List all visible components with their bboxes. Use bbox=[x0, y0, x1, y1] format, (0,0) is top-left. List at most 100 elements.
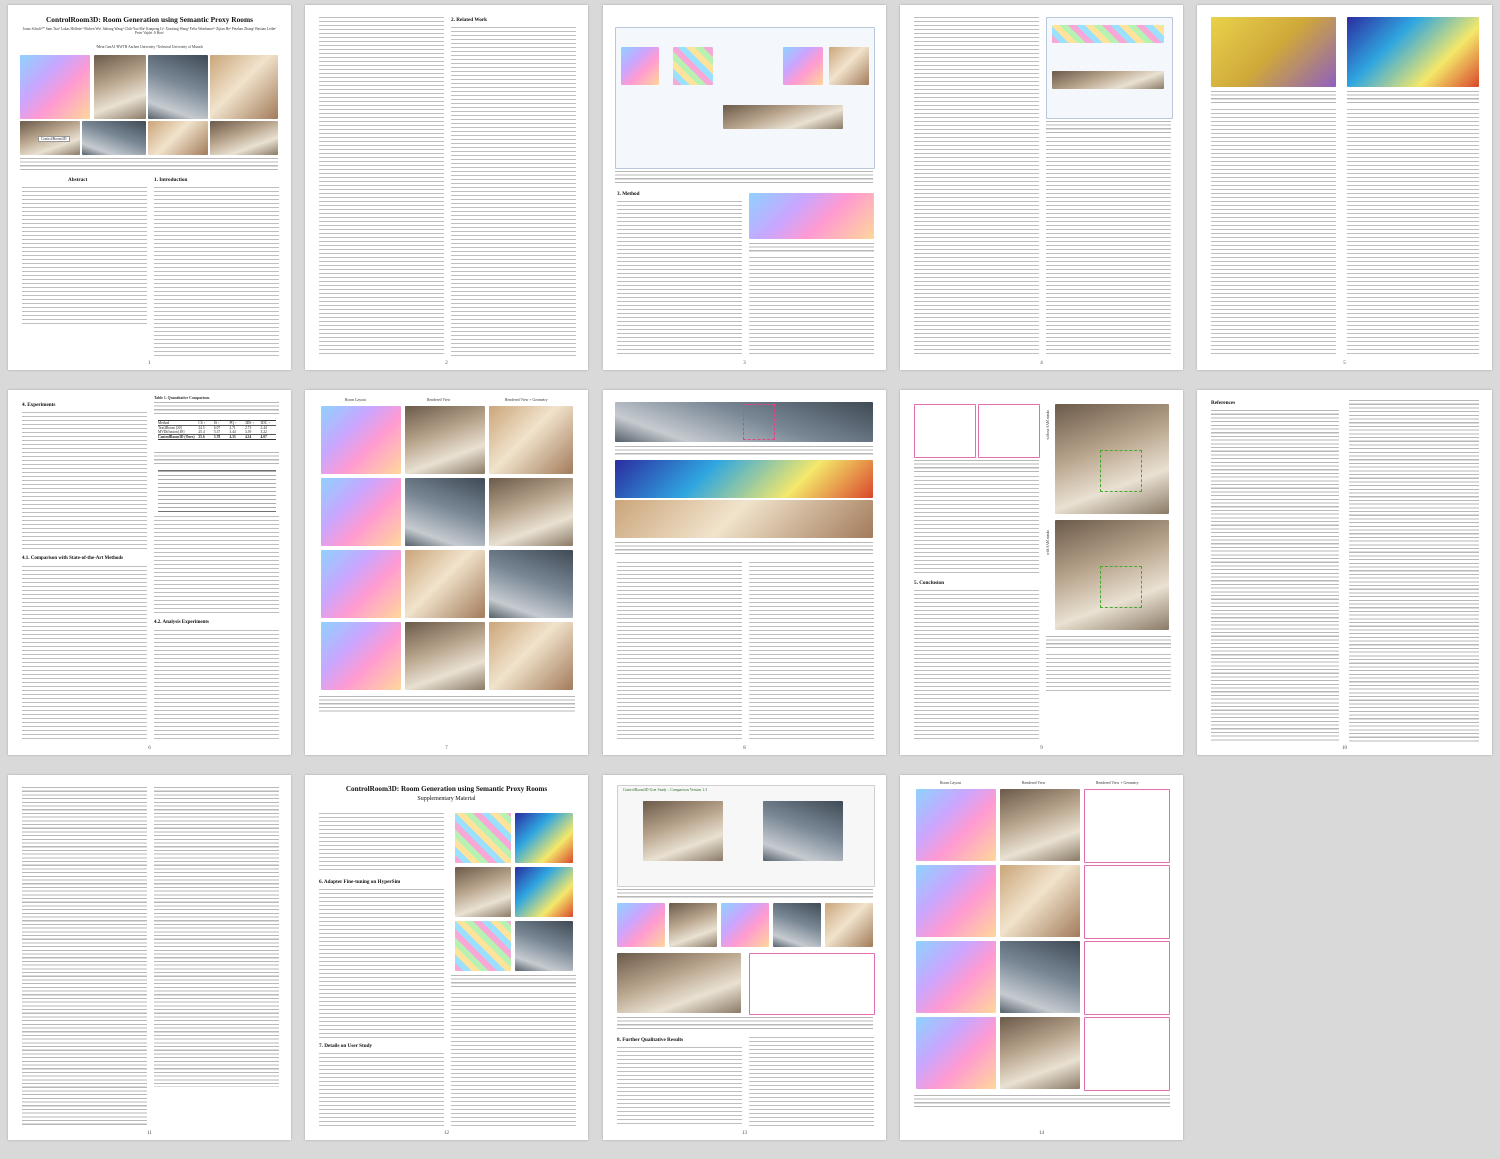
hypersim-sample-3 bbox=[455, 867, 511, 917]
result-layout-2 bbox=[321, 478, 401, 546]
paper-page-2: 2. Related Work 2 bbox=[305, 5, 588, 370]
table-cell: 3.44 bbox=[229, 430, 236, 434]
limitation-2 bbox=[749, 953, 875, 1015]
hypersim-sample-5 bbox=[455, 921, 511, 971]
table-header-cell: IS ↑ bbox=[213, 421, 220, 425]
page5-text-right bbox=[1347, 109, 1479, 357]
table-header-cell: CS ↑ bbox=[198, 421, 206, 425]
teaser-render-1 bbox=[94, 55, 146, 119]
method-output bbox=[829, 47, 869, 85]
zoom-box bbox=[743, 404, 775, 440]
supp-subtitle: Supplementary Material bbox=[417, 796, 476, 802]
page-number: 10 bbox=[1342, 746, 1347, 751]
teaser-render-5 bbox=[82, 121, 146, 155]
teaser-caption bbox=[20, 158, 278, 172]
completion-caption-2 bbox=[615, 542, 873, 556]
ui-sample-right bbox=[763, 801, 843, 861]
paper-page-12: ControlRoom3D: Room Generation using Sem… bbox=[305, 775, 588, 1140]
paper-page-11: 11 bbox=[8, 775, 291, 1140]
teaser-render-6 bbox=[148, 121, 208, 155]
conclusion-text bbox=[914, 590, 1039, 742]
supp-render-2 bbox=[1000, 865, 1080, 937]
paper-page-5: 5 bbox=[1197, 5, 1492, 370]
teaser-render-2 bbox=[148, 55, 208, 119]
table-cell: 4.34 bbox=[244, 435, 252, 439]
result-geometry-2 bbox=[489, 478, 573, 546]
quant-table: Method CS ↑ IS ↑ PQ ↑ 3DS ↑ 3DC ↑ Text2R… bbox=[158, 420, 276, 440]
abstract-text bbox=[22, 187, 147, 327]
mesh-cleaning-caption bbox=[1211, 91, 1336, 105]
teaser-semantic-room bbox=[20, 55, 90, 119]
method-caption bbox=[615, 171, 873, 185]
column-label: Rendered View + Geometry bbox=[505, 398, 548, 402]
paper-title: ControlRoom3D: Room Generation using Sem… bbox=[45, 15, 254, 24]
paper-page-7: Room Layout Rendered View Rendered View … bbox=[305, 390, 588, 755]
column-label: Rendered View bbox=[1022, 781, 1046, 785]
teaser-badge: ControlRoom3D bbox=[38, 136, 70, 142]
paper-page-10: References 10 bbox=[1197, 390, 1492, 755]
supp-results-caption bbox=[914, 1095, 1170, 1109]
table-cell: 5.78 bbox=[213, 435, 221, 439]
result-render-1 bbox=[405, 406, 485, 474]
table-cell: ControlRoom3D (Ours) bbox=[158, 435, 195, 439]
table-row: ControlRoom3D (Ours) 25.6 5.78 4.35 4.34… bbox=[158, 434, 276, 439]
table-cell: 25.6 bbox=[198, 435, 205, 439]
mesh-cleaning-figure bbox=[1211, 17, 1336, 87]
adapter-text bbox=[319, 889, 444, 1039]
supp-layout-1 bbox=[916, 789, 996, 861]
hypersim-sample-4 bbox=[515, 867, 573, 917]
adapter-heading: 6. Adapter Fine-tuning on HyperSim bbox=[319, 879, 401, 885]
paper-page-14: Room Layout Rendered View Rendered View … bbox=[900, 775, 1183, 1140]
page-number: 11 bbox=[147, 1131, 152, 1136]
ui-caption bbox=[617, 889, 873, 899]
page-number: 9 bbox=[1040, 746, 1043, 751]
completion-strip bbox=[615, 460, 873, 498]
ablation-table bbox=[158, 470, 276, 512]
table-cell: 25.4 bbox=[198, 430, 205, 434]
result-render-2 bbox=[405, 478, 485, 546]
supp-layout-3 bbox=[916, 941, 996, 1013]
method-semantic-render bbox=[673, 47, 713, 85]
column-label: Rendered View + Geometry bbox=[1096, 781, 1139, 785]
experiments-heading: 4. Experiments bbox=[22, 402, 56, 408]
geometry-caption bbox=[914, 460, 1039, 472]
method-geometry-box bbox=[783, 47, 823, 85]
page6-text-right bbox=[154, 516, 279, 616]
hypersim-sample-1 bbox=[455, 813, 511, 863]
paper-page-8: 8 bbox=[603, 390, 886, 755]
geometry-alignment-1 bbox=[914, 404, 976, 458]
page-number: 13 bbox=[742, 1131, 747, 1136]
paper-page-4: 4 bbox=[900, 5, 1183, 370]
zoom-box bbox=[1100, 450, 1142, 492]
page-number: 3 bbox=[743, 361, 746, 366]
supp-render-4 bbox=[1000, 1017, 1080, 1089]
table-header-cell: Method bbox=[158, 421, 170, 425]
paper-page-9: 5. Conclusion without SAM masks with SAM… bbox=[900, 390, 1183, 755]
comparison-heading: 4.1. Comparison with State-of-the-Art Me… bbox=[22, 556, 124, 561]
references-heading: References bbox=[1211, 400, 1236, 406]
table-cell: 5.37 bbox=[213, 430, 221, 434]
table1-caption-lines bbox=[154, 402, 279, 416]
page-number: 1 bbox=[148, 361, 151, 366]
sam-caption bbox=[1046, 636, 1171, 648]
author-list: Jonas Schult¹²* Sam Tsai¹ Lukas Höllein¹… bbox=[22, 27, 277, 36]
page-number: 2 bbox=[445, 361, 448, 366]
result-layout-4 bbox=[321, 622, 401, 690]
related-heading: 2. Related Work bbox=[451, 17, 488, 23]
supp-layout-2 bbox=[916, 865, 996, 937]
references-col-left bbox=[1211, 410, 1339, 742]
teaser-render-3 bbox=[210, 55, 278, 119]
page-number: 4 bbox=[1040, 361, 1043, 366]
table-cell: MVDiffusion [49] bbox=[158, 430, 185, 434]
further-heading: 8. Further Qualitative Results bbox=[617, 1037, 684, 1043]
method-heading: 3. Method bbox=[617, 191, 640, 197]
analysis-text bbox=[154, 630, 279, 742]
user-study-text bbox=[319, 1053, 444, 1127]
paper-page-3: 3. Method 3 bbox=[603, 5, 886, 370]
table-cell: 4.07 bbox=[260, 435, 267, 439]
failure-case-1 bbox=[617, 903, 665, 947]
supp-geometry-4 bbox=[1084, 1017, 1170, 1091]
paper-page-6: 4. Experiments 4.1. Comparison with Stat… bbox=[8, 390, 291, 755]
result-layout-1 bbox=[321, 406, 401, 474]
completion-caption bbox=[1347, 91, 1479, 105]
